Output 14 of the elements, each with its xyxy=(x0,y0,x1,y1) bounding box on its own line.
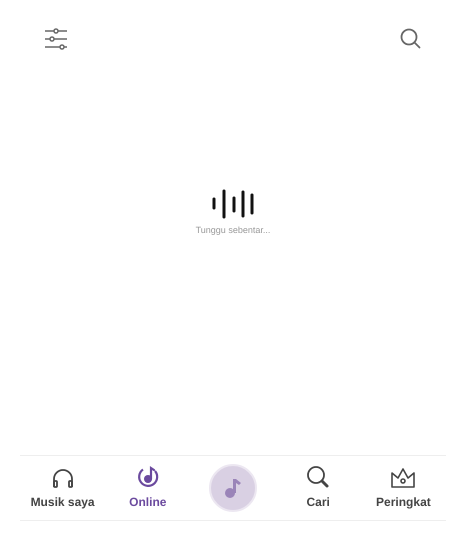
nav-tab[interactable]: Musik saya xyxy=(30,465,95,511)
headphones-icon xyxy=(50,467,75,489)
player-button[interactable] xyxy=(208,464,257,512)
nav-tab[interactable]: Cari xyxy=(306,465,330,511)
nav-tab[interactable]: Online xyxy=(129,465,166,511)
nav-tab[interactable]: Peringkat xyxy=(376,465,431,511)
sound-wave-icon xyxy=(212,189,254,219)
music-note-icon xyxy=(224,477,242,499)
search-icon[interactable] xyxy=(400,28,422,50)
loading-message: Tunggu sebentar... xyxy=(196,224,270,237)
crown-icon xyxy=(390,467,416,489)
music-disc-icon xyxy=(136,465,160,489)
search-icon xyxy=(306,465,330,489)
filter-icon[interactable] xyxy=(44,28,68,50)
